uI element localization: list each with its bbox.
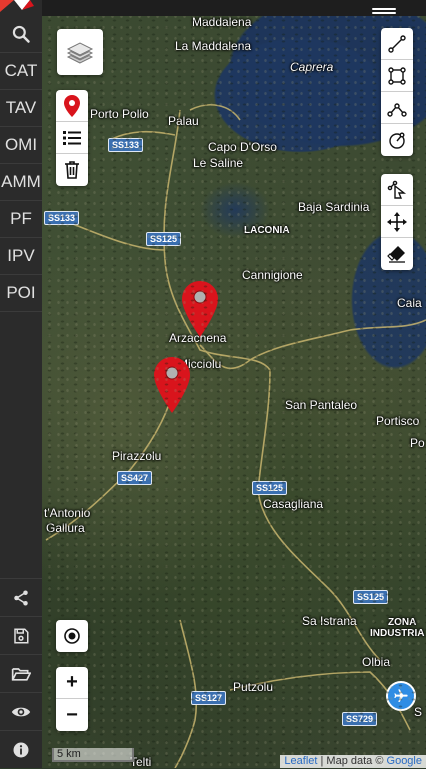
- place-label: Sa Istrana: [302, 614, 357, 628]
- info-icon[interactable]: [0, 730, 42, 768]
- edit-toolbar: [381, 174, 413, 270]
- layers-control[interactable]: [57, 29, 103, 75]
- road-label: SS133: [44, 211, 80, 225]
- place-label: Capo D'Orso: [208, 140, 277, 154]
- search-icon[interactable]: [0, 16, 42, 53]
- place-label: Pirazzolu: [112, 449, 162, 463]
- place-label: La Maddalena: [175, 39, 252, 53]
- attribution-text: | Map data ©: [317, 755, 387, 767]
- app-logo[interactable]: [0, 0, 42, 16]
- place-label: LACONIA: [244, 225, 290, 236]
- leaflet-link[interactable]: Leaflet: [284, 755, 317, 767]
- place-label: Cala: [397, 296, 422, 310]
- zoom-out-button[interactable]: −: [56, 699, 88, 731]
- polygon-icon[interactable]: [381, 60, 413, 92]
- nav-amm-button[interactable]: AMM: [0, 164, 42, 201]
- road-label: SS427: [117, 471, 153, 485]
- locate-control: [56, 620, 88, 652]
- top-bar: [42, 0, 426, 16]
- place-label: Le Saline: [193, 156, 244, 170]
- trash-icon[interactable]: [56, 154, 88, 186]
- place-label: Caprera: [290, 60, 334, 74]
- zoom-control: + −: [56, 667, 88, 731]
- place-label: San Pantaleo: [285, 398, 358, 412]
- road-label: SS127: [191, 691, 227, 705]
- marker-icon[interactable]: [56, 90, 88, 122]
- eye-icon[interactable]: [0, 692, 42, 730]
- nav-pf-button[interactable]: PF: [0, 201, 42, 238]
- place-label: Palau: [168, 114, 199, 128]
- scale-bar: 5 km: [52, 748, 134, 762]
- place-label: Cannigione: [242, 268, 303, 282]
- hamburger-menu-icon[interactable]: [372, 0, 396, 14]
- nav-poi-button[interactable]: POI: [0, 275, 42, 312]
- nav-cat-button[interactable]: CAT: [0, 53, 42, 90]
- path-icon[interactable]: [381, 92, 413, 124]
- circle-icon[interactable]: [381, 124, 413, 156]
- folder-open-icon[interactable]: [0, 654, 42, 692]
- road-label: SS133: [108, 138, 144, 152]
- airport-icon[interactable]: [386, 681, 416, 711]
- zoom-in-button[interactable]: +: [56, 667, 88, 699]
- map-marker-pin[interactable]: [154, 357, 190, 413]
- place-label: Olbia: [362, 655, 391, 669]
- nav-omi-button[interactable]: OMI: [0, 127, 42, 164]
- place-label: Portisco: [376, 414, 420, 428]
- locate-icon[interactable]: [56, 620, 88, 652]
- save-icon[interactable]: [0, 616, 42, 654]
- edit-pointer-icon[interactable]: [381, 174, 413, 206]
- road-label: SS125: [146, 232, 182, 246]
- share-icon[interactable]: [0, 578, 42, 616]
- place-label: ZONA: [388, 617, 417, 628]
- eraser-icon[interactable]: [381, 238, 413, 270]
- nav-tav-button[interactable]: TAV: [0, 90, 42, 127]
- list-icon[interactable]: [56, 122, 88, 154]
- polyline-icon[interactable]: [381, 28, 413, 60]
- place-label: Casagliana: [263, 497, 324, 511]
- map-marker-pin[interactable]: [182, 281, 218, 337]
- move-icon[interactable]: [381, 206, 413, 238]
- place-label: Porto Pollo: [90, 107, 149, 121]
- place-label: t'Antonio: [44, 506, 91, 520]
- place-label: INDUSTRIA: [370, 628, 425, 639]
- nav-ipv-button[interactable]: IPV: [0, 238, 42, 275]
- place-label: S: [414, 705, 423, 719]
- place-label: Maddalena: [192, 15, 252, 29]
- road-label: SS125: [252, 481, 288, 495]
- google-link[interactable]: Google: [387, 755, 422, 767]
- layers-icon[interactable]: [57, 29, 103, 75]
- place-label: Gallura: [46, 521, 85, 535]
- place-label: Po: [410, 436, 425, 450]
- draw-shapes-toolbar: [381, 28, 413, 156]
- draw-marker-toolbar: [56, 90, 88, 186]
- left-sidebar: CAT TAV OMI AMM PF IPV POI: [0, 0, 42, 768]
- place-label: Putzolu: [233, 680, 274, 694]
- place-label: Baja Sardinia: [298, 200, 370, 214]
- map-attribution: Leaflet | Map data © Google: [280, 755, 426, 768]
- road-label: SS125: [353, 590, 389, 604]
- road-label: SS729: [342, 712, 378, 726]
